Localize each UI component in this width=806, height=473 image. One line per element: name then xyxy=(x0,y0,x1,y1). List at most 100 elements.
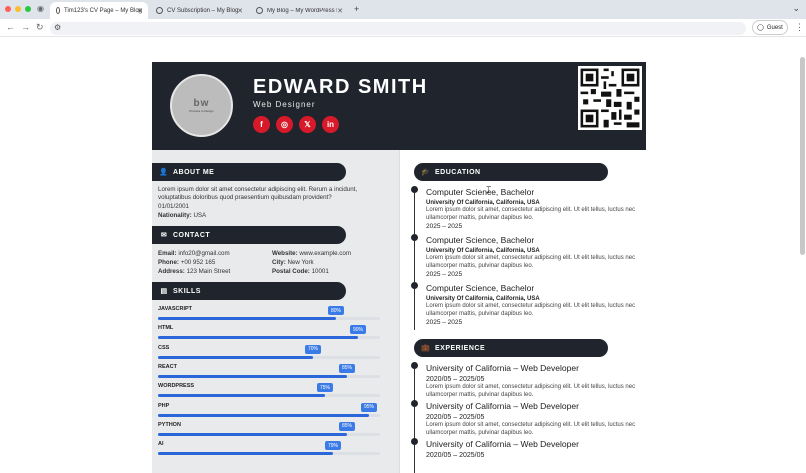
section-title: CONTACT xyxy=(173,231,211,239)
skill-name: CSS xyxy=(158,344,170,351)
education-item: Computer Science, Bachelor University Of… xyxy=(426,187,636,230)
wordpress-icon xyxy=(56,7,61,14)
experience-dates: 2020/05 – 2025/05 xyxy=(426,452,485,459)
tab-cv-subscription[interactable]: CV Subscription – My Blog ✕ xyxy=(150,2,248,19)
education-title: Computer Science, Bachelor xyxy=(426,187,535,197)
experience-item: University of California – Web Developer… xyxy=(426,363,636,399)
experience-title: University of California – Web Developer xyxy=(426,363,579,373)
website-value[interactable]: www.example.com xyxy=(299,250,351,257)
tab-list-chevron-icon[interactable]: ⌄ xyxy=(792,3,800,14)
minimize-window-button[interactable] xyxy=(15,6,21,12)
experience-dates: 2020/05 – 2025/05 xyxy=(426,414,485,421)
section-title: EDUCATION xyxy=(435,168,481,176)
skill-percent-badge: 70% xyxy=(304,344,322,354)
nationality-label: Nationality: xyxy=(158,212,192,219)
education-item: Computer Science, Bachelor University Of… xyxy=(426,235,636,278)
timeline-dot xyxy=(411,362,418,369)
education-heading: 🎓 EDUCATION xyxy=(414,163,608,181)
cv-name: EDWARD SMITH xyxy=(253,76,428,98)
instagram-icon[interactable]: ◎ xyxy=(276,116,293,133)
experience-timeline xyxy=(414,366,415,473)
education-timeline xyxy=(414,190,415,330)
tab-my-blog[interactable]: My Blog – My WordPress Blo ✕ xyxy=(250,2,348,19)
about-text: Lorem ipsum dolor sit amet consectetur a… xyxy=(158,186,358,201)
mouse-cursor-icon: ⌶ xyxy=(486,185,492,195)
close-tab-icon[interactable]: ✕ xyxy=(137,7,143,15)
nationality-value: USA xyxy=(193,212,207,219)
tab-search-icon[interactable]: ◉ xyxy=(37,4,44,13)
skill-percent-badge: 85% xyxy=(338,363,356,373)
contact-phone: Phone: +00 952 165 xyxy=(158,259,215,267)
contact-address: Address: 123 Main Street xyxy=(158,268,230,276)
phone-value: +00 952 165 xyxy=(180,259,216,266)
reload-icon[interactable]: ↻ xyxy=(36,22,44,33)
section-title: SKILLS xyxy=(173,287,201,295)
education-title: Computer Science, Bachelor xyxy=(426,283,535,293)
education-dates: 2025 – 2025 xyxy=(426,223,463,230)
skill-percent-badge: 95% xyxy=(360,402,378,412)
timeline-dot xyxy=(411,186,418,193)
close-tab-icon[interactable]: ✕ xyxy=(237,7,243,15)
more-menu-icon[interactable]: ⋮ xyxy=(795,22,804,33)
cv-role: Web Designer xyxy=(253,100,316,109)
page-scrollbar[interactable] xyxy=(800,57,805,255)
education-title: Computer Science, Bachelor xyxy=(426,235,535,245)
forward-arrow-icon[interactable]: → xyxy=(21,22,30,32)
section-title: EXPERIENCE xyxy=(435,344,486,352)
about-me-heading: 👤 ABOUT ME xyxy=(152,163,346,181)
address-bar[interactable]: ⚙ xyxy=(50,22,746,35)
city-label: City: xyxy=(272,259,286,266)
close-window-button[interactable] xyxy=(5,6,11,12)
maximize-window-button[interactable] xyxy=(25,6,31,12)
close-tab-icon[interactable]: ✕ xyxy=(337,7,343,15)
experience-title: University of California – Web Developer xyxy=(426,439,579,449)
education-school: University Of California, California, US… xyxy=(426,296,540,302)
skill-name: PHP xyxy=(158,402,170,409)
education-school: University Of California, California, US… xyxy=(426,200,540,206)
skill-name: PYTHON xyxy=(158,421,181,428)
skill-row: REACT 85% xyxy=(158,363,380,384)
profile-button[interactable]: ◯ Guest xyxy=(752,20,788,35)
skill-name: JAVASCRIPT xyxy=(158,306,193,312)
avatar: bw Process to Design xyxy=(170,74,233,137)
linkedin-icon[interactable]: in xyxy=(322,116,339,133)
back-arrow-icon[interactable]: ← xyxy=(6,22,15,32)
experience-title: University of California – Web Developer xyxy=(426,401,579,411)
profile-icon: ◯ xyxy=(757,25,764,31)
phone-label: Phone: xyxy=(158,259,179,266)
browser-toolbar: ← → ↻ ⚙ ◯ Guest ⋮ xyxy=(0,19,806,37)
skill-row: PYTHON 85% xyxy=(158,421,380,442)
skill-row: JAVASCRIPT 80% xyxy=(158,306,380,326)
column-divider xyxy=(399,150,400,473)
new-tab-button[interactable]: + xyxy=(354,4,359,14)
timeline-dot xyxy=(411,234,418,241)
experience-desc: Lorem ipsum dolor sit amet, consectetur … xyxy=(426,384,636,398)
timeline-dot xyxy=(411,438,418,445)
window-controls xyxy=(5,6,31,12)
city-value: New York xyxy=(287,259,314,266)
experience-desc: Lorem ipsum dolor sit amet, consectetur … xyxy=(426,422,636,436)
email-value[interactable]: info20@gmail.com xyxy=(178,250,229,257)
education-dates: 2025 – 2025 xyxy=(426,271,463,278)
skill-fill xyxy=(158,355,313,359)
profile-label: Guest xyxy=(766,24,783,31)
skill-fill xyxy=(158,413,369,417)
wordpress-icon xyxy=(256,7,263,14)
x-icon[interactable]: 𝕏 xyxy=(299,116,316,133)
skill-percent-badge: 90% xyxy=(349,325,367,335)
facebook-icon[interactable]: f xyxy=(253,116,270,133)
skill-name: WORDPRESS xyxy=(158,383,195,390)
briefcase-icon: 💼 xyxy=(421,345,431,352)
website-label: Website: xyxy=(272,250,298,257)
skill-row: HTML 90% xyxy=(158,325,380,345)
tab-cv-page[interactable]: Tim123's CV Page – My Blog ✕ xyxy=(50,2,148,19)
tab-title: My Blog – My WordPress Blo xyxy=(267,7,337,14)
education-desc: Lorem ipsum dolor sit amet, consectetur … xyxy=(426,303,636,317)
contact-email: Email: info20@gmail.com xyxy=(158,250,230,258)
skill-percent-badge: 75% xyxy=(316,383,334,393)
site-settings-icon[interactable]: ⚙ xyxy=(54,23,61,32)
skill-row: CSS 70% xyxy=(158,344,380,365)
experience-item: University of California – Web Developer… xyxy=(426,401,636,437)
education-item: Computer Science, Bachelor University Of… xyxy=(426,283,636,326)
education-school: University Of California, California, US… xyxy=(426,248,540,254)
